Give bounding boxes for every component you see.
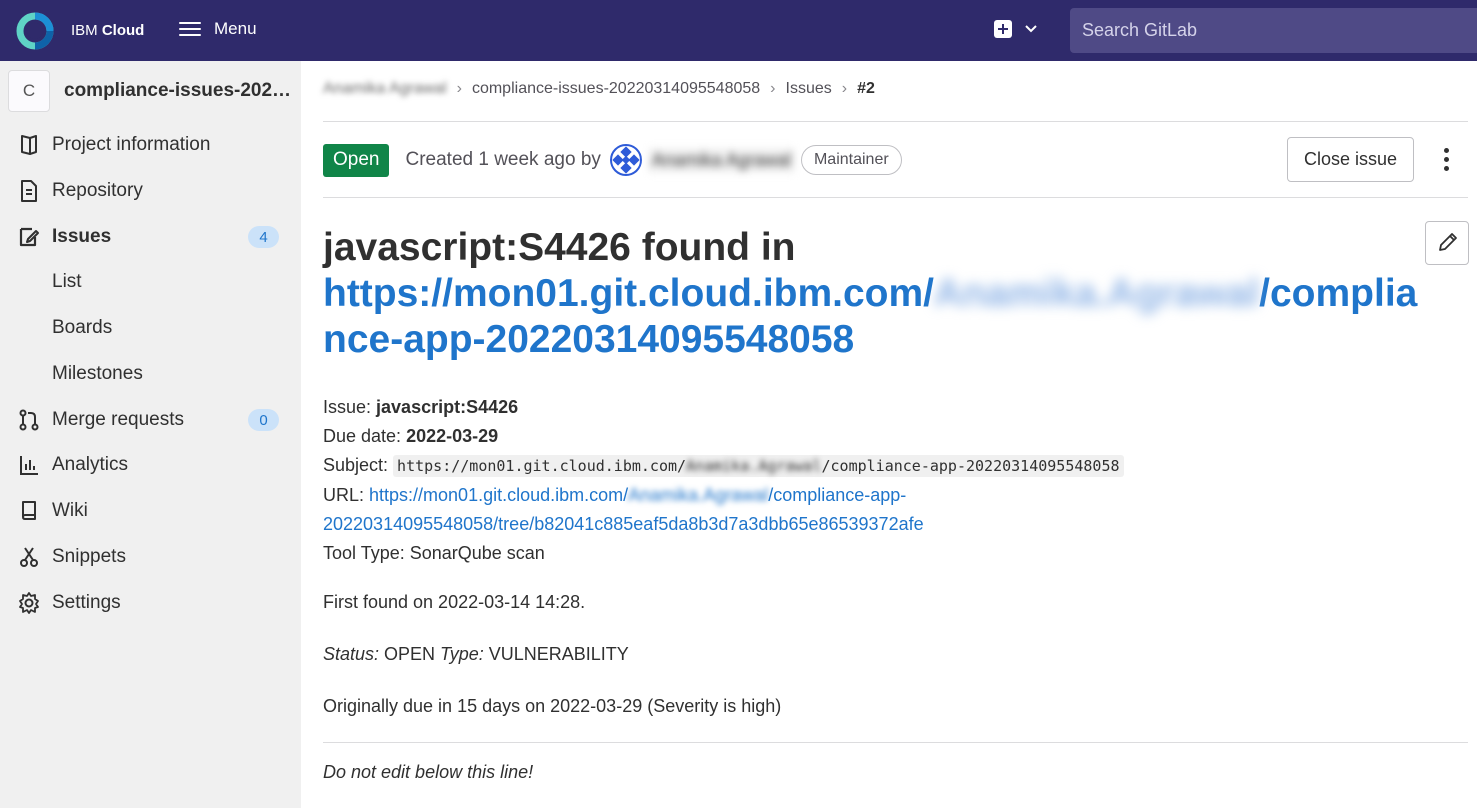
breadcrumb-current[interactable]: #2	[857, 80, 875, 98]
first-found-text: First found on 2022-03-14 14:28.	[323, 592, 586, 612]
sidebar-item-label: Snippets	[52, 546, 126, 567]
sidebar-item-issues[interactable]: Issues 4	[0, 217, 301, 257]
more-actions-icon[interactable]	[1437, 147, 1457, 173]
hamburger-icon	[178, 20, 202, 38]
avatar[interactable]	[609, 144, 642, 176]
ibm-cloud-logo-icon[interactable]	[16, 12, 54, 50]
role-badge: Maintainer	[800, 145, 902, 175]
author-name[interactable]: Anamika Agrawal	[647, 147, 795, 173]
chevron-right-icon: ›	[770, 80, 776, 97]
subject-line: Subject: https://mon01.git.cloud.ibm.com…	[323, 451, 1463, 481]
sidebar-item-label: Wiki	[52, 500, 88, 521]
gear-icon	[19, 592, 39, 614]
plus-square-icon	[994, 20, 1012, 38]
chevron-down-icon	[1025, 25, 1037, 33]
create-new-dropdown[interactable]	[994, 20, 1038, 38]
sidebar-item-label: Boards	[52, 317, 113, 338]
due-date-line: Due date: 2022-03-29	[323, 426, 499, 446]
originally-due-text: Originally due in 15 days on 2022-03-29 …	[323, 696, 782, 716]
issues-count-badge: 4	[248, 226, 279, 248]
menu-label: Menu	[214, 19, 257, 38]
sidebar-item-repository[interactable]: Repository	[0, 171, 301, 211]
divider	[323, 197, 1468, 198]
merge-requests-count-badge: 0	[248, 409, 279, 431]
url-line: URL: https://mon01.git.cloud.ibm.com/Ana…	[323, 485, 924, 534]
breadcrumb-issues[interactable]: Issues	[786, 80, 832, 98]
brand-name[interactable]: IBM Cloud	[71, 22, 144, 39]
issue-title-link[interactable]: https://mon01.git.cloud.ibm.com/Anamika.…	[323, 271, 1433, 363]
footer-note: Do not edit below this line!	[323, 762, 534, 782]
scissors-icon	[20, 547, 38, 567]
issues-icon	[19, 227, 39, 247]
sidebar-item-boards[interactable]: Boards	[0, 308, 301, 348]
divider	[323, 742, 1468, 743]
tool-type-line: Tool Type: SonarQube scan	[323, 543, 545, 563]
issue-title-text: javascript:S4426 found in	[323, 226, 796, 269]
sidebar-item-list[interactable]: List	[0, 262, 301, 302]
issue-status-row: Open Created 1 week ago by Anamika Agraw…	[323, 143, 902, 177]
sidebar-item-label: Project information	[52, 134, 211, 155]
sidebar-item-settings[interactable]: Settings	[0, 583, 301, 623]
close-issue-button[interactable]: Close issue	[1287, 137, 1414, 182]
breadcrumb: Anamika Agrawal › compliance-issues-2022…	[323, 79, 875, 99]
sidebar-item-label: Milestones	[52, 363, 143, 384]
project-header[interactable]: C compliance-issues-20220314095548058	[8, 69, 298, 113]
sidebar-item-label: Repository	[52, 180, 143, 201]
sidebar-item-merge-requests[interactable]: Merge requests 0	[0, 400, 301, 440]
search-input[interactable]	[1070, 8, 1477, 53]
project-name: compliance-issues-20220314095548058	[64, 80, 296, 101]
project-avatar: C	[8, 70, 50, 112]
subject-code: https://mon01.git.cloud.ibm.com/Anamika.…	[393, 455, 1124, 477]
git-merge-icon	[19, 409, 39, 431]
chevron-right-icon: ›	[456, 80, 462, 97]
sidebar-item-snippets[interactable]: Snippets	[0, 537, 301, 577]
top-navbar: IBM Cloud Menu	[0, 0, 1477, 61]
sidebar-item-label: Settings	[52, 592, 121, 613]
project-sidebar: C compliance-issues-20220314095548058 Pr…	[0, 61, 301, 808]
issue-line: Issue: javascript:S4426	[323, 397, 519, 417]
commit-url-link[interactable]: https://mon01.git.cloud.ibm.com/Anamika.…	[323, 485, 924, 534]
sidebar-item-label: Merge requests	[52, 409, 185, 430]
sidebar-item-label: Analytics	[52, 454, 129, 475]
menu-button[interactable]: Menu	[178, 15, 257, 43]
chart-icon	[20, 456, 38, 475]
sidebar-item-wiki[interactable]: Wiki	[0, 491, 301, 531]
created-text: Created 1 week ago by	[405, 149, 601, 170]
issue-title: javascript:S4426 found in https://mon01.…	[323, 225, 1433, 363]
sidebar-item-label: Issues	[52, 226, 112, 247]
project-info-icon	[21, 135, 37, 155]
chevron-right-icon: ›	[841, 80, 848, 97]
sidebar-item-analytics[interactable]: Analytics	[0, 445, 301, 485]
document-icon	[21, 180, 37, 202]
identicon-icon	[612, 146, 640, 174]
status-type-line: Status: OPEN Type: VULNERABILITY	[323, 644, 629, 664]
status-badge: Open	[323, 143, 390, 177]
sidebar-item-milestones[interactable]: Milestones	[0, 354, 301, 394]
issue-description: Issue: javascript:S4426 Due date: 2022-0…	[323, 393, 1463, 568]
divider	[323, 121, 1468, 122]
sidebar-item-project-information[interactable]: Project information	[0, 125, 301, 165]
book-icon	[22, 501, 36, 520]
breadcrumb-project[interactable]: compliance-issues-20220314095548058	[472, 80, 760, 98]
sidebar-item-label: List	[52, 271, 82, 292]
breadcrumb-user[interactable]: Anamika Agrawal	[323, 80, 447, 98]
